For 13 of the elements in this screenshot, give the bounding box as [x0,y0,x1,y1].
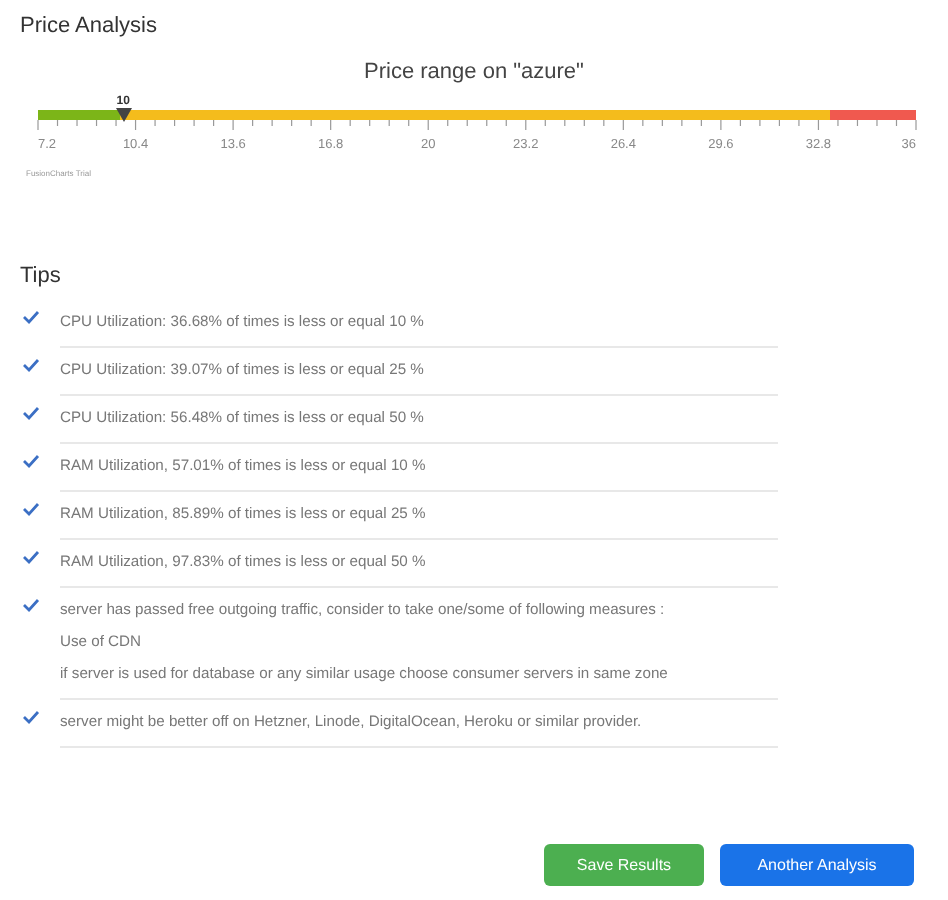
check-icon [22,598,40,612]
check-icon [22,550,40,564]
check-icon [22,502,40,516]
chart-title: Price range on "azure" [364,60,584,84]
action-button[interactable]: Another Analysis [720,844,914,886]
action-button[interactable]: Save Results [544,844,704,886]
check-icon [22,358,40,372]
check-icon [22,710,40,724]
page-title: Price Analysis [18,14,159,38]
tips-title: Tips [18,264,63,288]
check-icon [22,454,40,468]
check-icon [22,310,40,324]
check-icon [22,406,40,420]
